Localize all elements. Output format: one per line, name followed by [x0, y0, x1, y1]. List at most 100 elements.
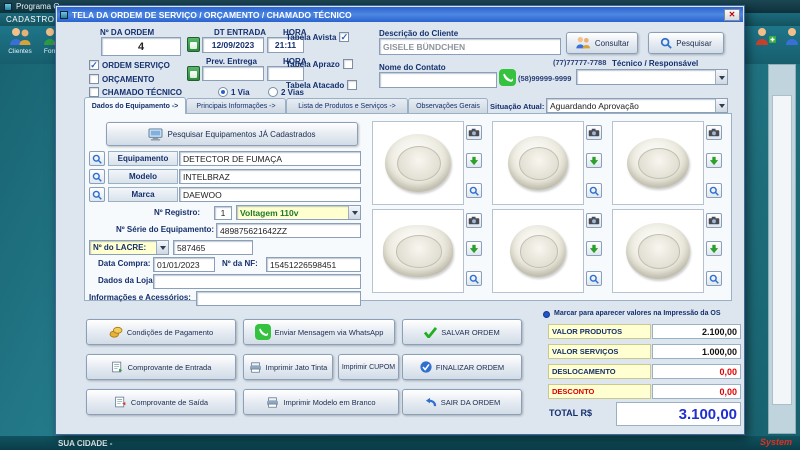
checkbox-tabela-atacado[interactable]: Tabela Atacado [286, 80, 357, 90]
desconto-label: DESCONTO [548, 384, 651, 399]
checkbox-box[interactable]: ✓ [89, 60, 99, 70]
camera-icon-button[interactable] [466, 213, 482, 228]
search-icon [92, 172, 102, 182]
checkbox-orcamento[interactable]: ORÇAMENTO [89, 74, 154, 84]
equipment-photo-3[interactable] [612, 121, 704, 205]
salvar-ordem-button[interactable]: SALVAR ORDEM [402, 319, 522, 345]
comprovante-saida-button[interactable]: Comprovante de Saída [86, 389, 236, 415]
client-name-field[interactable]: GISELE BÜNDCHEN [379, 38, 561, 55]
checkbox-ordem-servico[interactable]: ✓ ORDEM SERVIÇO [89, 60, 170, 70]
modelo-field[interactable]: INTELBRAZ [179, 169, 361, 184]
tab-lista-produtos[interactable]: Lista de Produtos e Serviços -> [286, 98, 408, 114]
comprovante-entrada-button[interactable]: Comprovante de Entrada [86, 354, 236, 380]
insert-photo-icon-button[interactable] [586, 153, 602, 168]
contact-field[interactable] [379, 72, 497, 88]
background-scroll-area[interactable] [772, 95, 792, 405]
zoom-photo-icon-button[interactable] [466, 271, 482, 286]
whatsapp-icon[interactable] [499, 69, 516, 86]
zoom-photo-icon-button[interactable] [466, 183, 482, 198]
insert-photo-icon-button[interactable] [706, 241, 722, 256]
delivery-date-field[interactable] [202, 66, 264, 81]
tecnico-label: Técnico / Responsável [612, 59, 698, 68]
situacao-dropdown[interactable]: Aguardando Aprovação [546, 98, 728, 113]
entry-date-field[interactable]: 12/09/2023 [202, 37, 264, 53]
finalizar-ordem-button[interactable]: FINALIZAR ORDEM [402, 354, 522, 380]
zoom-photo-icon-button[interactable] [586, 183, 602, 198]
chevron-down-icon[interactable] [715, 70, 727, 84]
whatsapp-message-button[interactable]: Enviar Mensagem via WhatsApp [243, 319, 395, 345]
zoom-photo-icon-button[interactable] [706, 271, 722, 286]
search-icon [589, 186, 599, 196]
serie-field[interactable]: 489875621642ZZ [216, 223, 361, 238]
equipment-photo-2[interactable] [492, 121, 584, 205]
checkbox-chamado-tecnico[interactable]: CHAMADO TÉCNICO [89, 87, 182, 97]
nf-field[interactable]: 15451226598451 [266, 257, 361, 272]
camera-icon-button[interactable] [586, 125, 602, 140]
checkbox-box[interactable] [89, 74, 99, 84]
checkbox-box[interactable] [89, 87, 99, 97]
equipment-photo-6[interactable] [612, 209, 704, 293]
checkbox-tabela-avista[interactable]: Tabela Avista ✓ [286, 32, 349, 42]
checkbox-box[interactable] [343, 59, 353, 69]
calendar-icon[interactable] [187, 66, 200, 81]
search-marca-icon-button[interactable] [89, 187, 105, 202]
checkbox-box[interactable] [347, 80, 357, 90]
registro-field[interactable]: 1 [214, 206, 232, 220]
insert-photo-icon-button[interactable] [706, 153, 722, 168]
search-icon [469, 274, 479, 284]
chevron-down-icon[interactable] [348, 206, 360, 219]
total-label: TOTAL R$ [549, 408, 592, 418]
equipment-photo-1[interactable] [372, 121, 464, 205]
search-equipment-button[interactable]: Pesquisar Equipamentos JÁ Cadastrados [106, 122, 358, 146]
calendar-icon[interactable] [187, 37, 200, 52]
camera-icon-button[interactable] [586, 213, 602, 228]
lacre-dropdown[interactable]: Nº do LACRE: [89, 240, 169, 255]
consultar-button[interactable]: Consultar [566, 32, 638, 54]
close-button[interactable]: ✕ [724, 9, 740, 21]
imprimir-jato-tinta-button[interactable]: Imprimir Jato Tinta [243, 354, 333, 380]
search-equipamento-icon-button[interactable] [89, 151, 105, 166]
menu-cadastros[interactable]: CADASTROS [6, 15, 60, 24]
radio-dot[interactable] [218, 87, 228, 97]
camera-icon-button[interactable] [466, 125, 482, 140]
camera-icon-button[interactable] [706, 125, 722, 140]
equipamento-field[interactable]: DETECTOR DE FUMAÇA [179, 151, 361, 166]
equipment-photo-5[interactable] [492, 209, 584, 293]
dialog-titlebar[interactable]: TELA DA ORDEM DE SERVIÇO / ORÇAMENTO / C… [57, 7, 743, 22]
toolbar-right-button-2[interactable] [775, 27, 800, 61]
tab-observacoes[interactable]: Observações Gerais [408, 98, 488, 114]
search-modelo-icon-button[interactable] [89, 169, 105, 184]
tecnico-dropdown[interactable] [576, 69, 728, 85]
chevron-down-icon[interactable] [715, 99, 727, 112]
zoom-photo-icon-button[interactable] [706, 183, 722, 198]
insert-photo-icon-button[interactable] [586, 241, 602, 256]
loja-field[interactable] [153, 274, 361, 289]
comprovante-entrada-label: Comprovante de Entrada [128, 363, 212, 372]
checkbox-box[interactable]: ✓ [339, 32, 349, 42]
condicoes-pagamento-button[interactable]: Condições de Pagamento [86, 319, 236, 345]
tab-dados-equipamento[interactable]: Dados do Equipamento -> [84, 97, 186, 114]
lacre-field[interactable]: 587465 [173, 240, 253, 255]
info-field[interactable] [196, 291, 361, 306]
compra-field[interactable]: 01/01/2023 [153, 257, 215, 272]
marca-field[interactable]: DAEWOO [179, 187, 361, 202]
app-statusbar: SUA CIDADE - [0, 436, 800, 450]
radio-dot[interactable] [268, 87, 278, 97]
pesquisar-button[interactable]: Pesquisar [648, 32, 724, 54]
radio-1-via[interactable]: 1 Via [218, 87, 250, 97]
insert-photo-icon-button[interactable] [466, 153, 482, 168]
equipment-photo-4[interactable] [372, 209, 464, 293]
toolbar-clientes-button[interactable]: Clientes [3, 27, 37, 61]
people-icon [575, 36, 591, 50]
imprimir-cupom-button[interactable]: Imprimir CUPOM [338, 354, 399, 380]
imprimir-modelo-branco-button[interactable]: Imprimir Modelo em Branco [243, 389, 399, 415]
voltagem-dropdown[interactable]: Voltagem 110v [236, 205, 361, 220]
chevron-down-icon[interactable] [156, 241, 168, 254]
printer-icon [249, 362, 262, 373]
tab-principais-informacoes[interactable]: Principais Informações -> [186, 98, 286, 114]
insert-photo-icon-button[interactable] [466, 241, 482, 256]
zoom-photo-icon-button[interactable] [586, 271, 602, 286]
checkbox-tabela-aprazo[interactable]: Tabela Aprazo [286, 59, 353, 69]
sair-ordem-button[interactable]: SAIR DA ORDEM [402, 389, 522, 415]
camera-icon-button[interactable] [706, 213, 722, 228]
